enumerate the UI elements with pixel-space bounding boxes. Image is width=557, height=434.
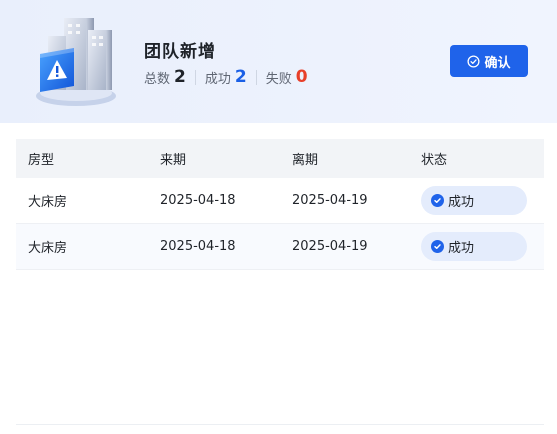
table-row: 大床房 2025-04-18 2025-04-19 成功 [16, 178, 544, 224]
result-header: 团队新增 总数 2 成功 2 失败 0 确认 [0, 0, 557, 123]
stats-divider [194, 69, 196, 85]
status-label: 成功 [448, 195, 475, 210]
departure-cell: 2025-04-19 [292, 193, 368, 208]
status-label: 成功 [448, 241, 475, 256]
fail-label: 失败 [265, 71, 292, 87]
result-stats: 总数 2 成功 2 失败 0 [144, 66, 308, 88]
status-badge: 成功 [421, 232, 527, 261]
confirm-button[interactable]: 确认 [450, 45, 528, 77]
room-type-cell: 大床房 [28, 241, 68, 256]
table-row: 大床房 2025-04-18 2025-04-19 成功 [16, 224, 544, 270]
building-warning-icon [36, 18, 116, 106]
status-cell: 成功 [412, 232, 544, 261]
column-header-status: 状态 [421, 153, 448, 168]
status-cell: 成功 [412, 186, 544, 215]
check-circle-icon [431, 240, 444, 253]
departure-cell: 2025-04-19 [292, 239, 368, 254]
confirm-label: 确认 [484, 55, 511, 71]
column-header-arrival: 来期 [160, 153, 187, 168]
arrival-cell: 2025-04-18 [160, 239, 236, 254]
total-count: 2 [174, 67, 186, 87]
check-circle-outline-icon [467, 54, 481, 68]
result-table: 房型 来期 离期 状态 大床房 2025-04-18 2025-04-19 成功… [16, 139, 544, 270]
status-badge: 成功 [421, 186, 527, 215]
fail-count: 0 [295, 67, 308, 87]
room-type-cell: 大床房 [28, 195, 68, 210]
column-header-departure: 离期 [292, 153, 319, 168]
success-count: 2 [234, 67, 247, 87]
table-header: 房型 来期 离期 状态 [16, 139, 544, 178]
check-circle-icon [431, 194, 444, 207]
success-label: 成功 [204, 71, 231, 87]
arrival-cell: 2025-04-18 [160, 193, 236, 208]
total-label: 总数 [144, 71, 171, 87]
table-bottom-divider [16, 424, 544, 425]
page-title: 团队新增 [144, 42, 216, 62]
stats-divider [255, 69, 257, 85]
column-header-room-type: 房型 [28, 153, 55, 168]
